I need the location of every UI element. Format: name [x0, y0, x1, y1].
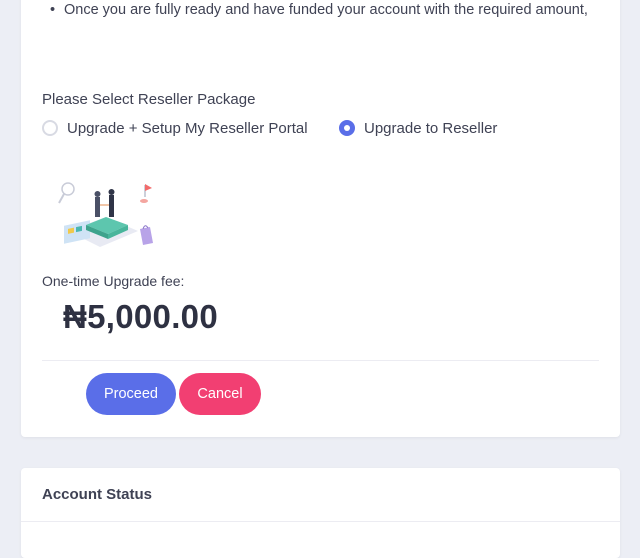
- package-option-portal-label[interactable]: Upgrade + Setup My Reseller Portal: [67, 120, 308, 137]
- package-label: Please Select Reseller Package: [42, 91, 256, 108]
- divider: [42, 360, 599, 361]
- fee-amount: ₦5,000.00: [63, 298, 218, 335]
- instruction-item: • Once you are fully ready and have funde…: [50, 2, 588, 18]
- instruction-text: Once you are fully ready and have funded…: [64, 2, 588, 18]
- package-option-reseller[interactable]: Upgrade to Reseller: [339, 118, 497, 138]
- handshake-illustration: [58, 182, 153, 247]
- radio-selected-icon[interactable]: [339, 120, 355, 136]
- proceed-button[interactable]: Proceed: [86, 373, 176, 415]
- cancel-button[interactable]: Cancel: [179, 373, 261, 415]
- radio-unselected-icon[interactable]: [42, 120, 58, 136]
- package-option-reseller-label[interactable]: Upgrade to Reseller: [364, 120, 497, 137]
- divider: [21, 521, 620, 522]
- fee-label: One-time Upgrade fee:: [42, 273, 185, 289]
- bullet-icon: •: [50, 2, 56, 18]
- package-option-portal[interactable]: Upgrade + Setup My Reseller Portal: [42, 118, 308, 138]
- account-status-title: Account Status: [42, 486, 153, 503]
- account-status-card: Account Status: [21, 468, 620, 558]
- upgrade-card: • Once you are fully ready and have funde…: [21, 0, 620, 437]
